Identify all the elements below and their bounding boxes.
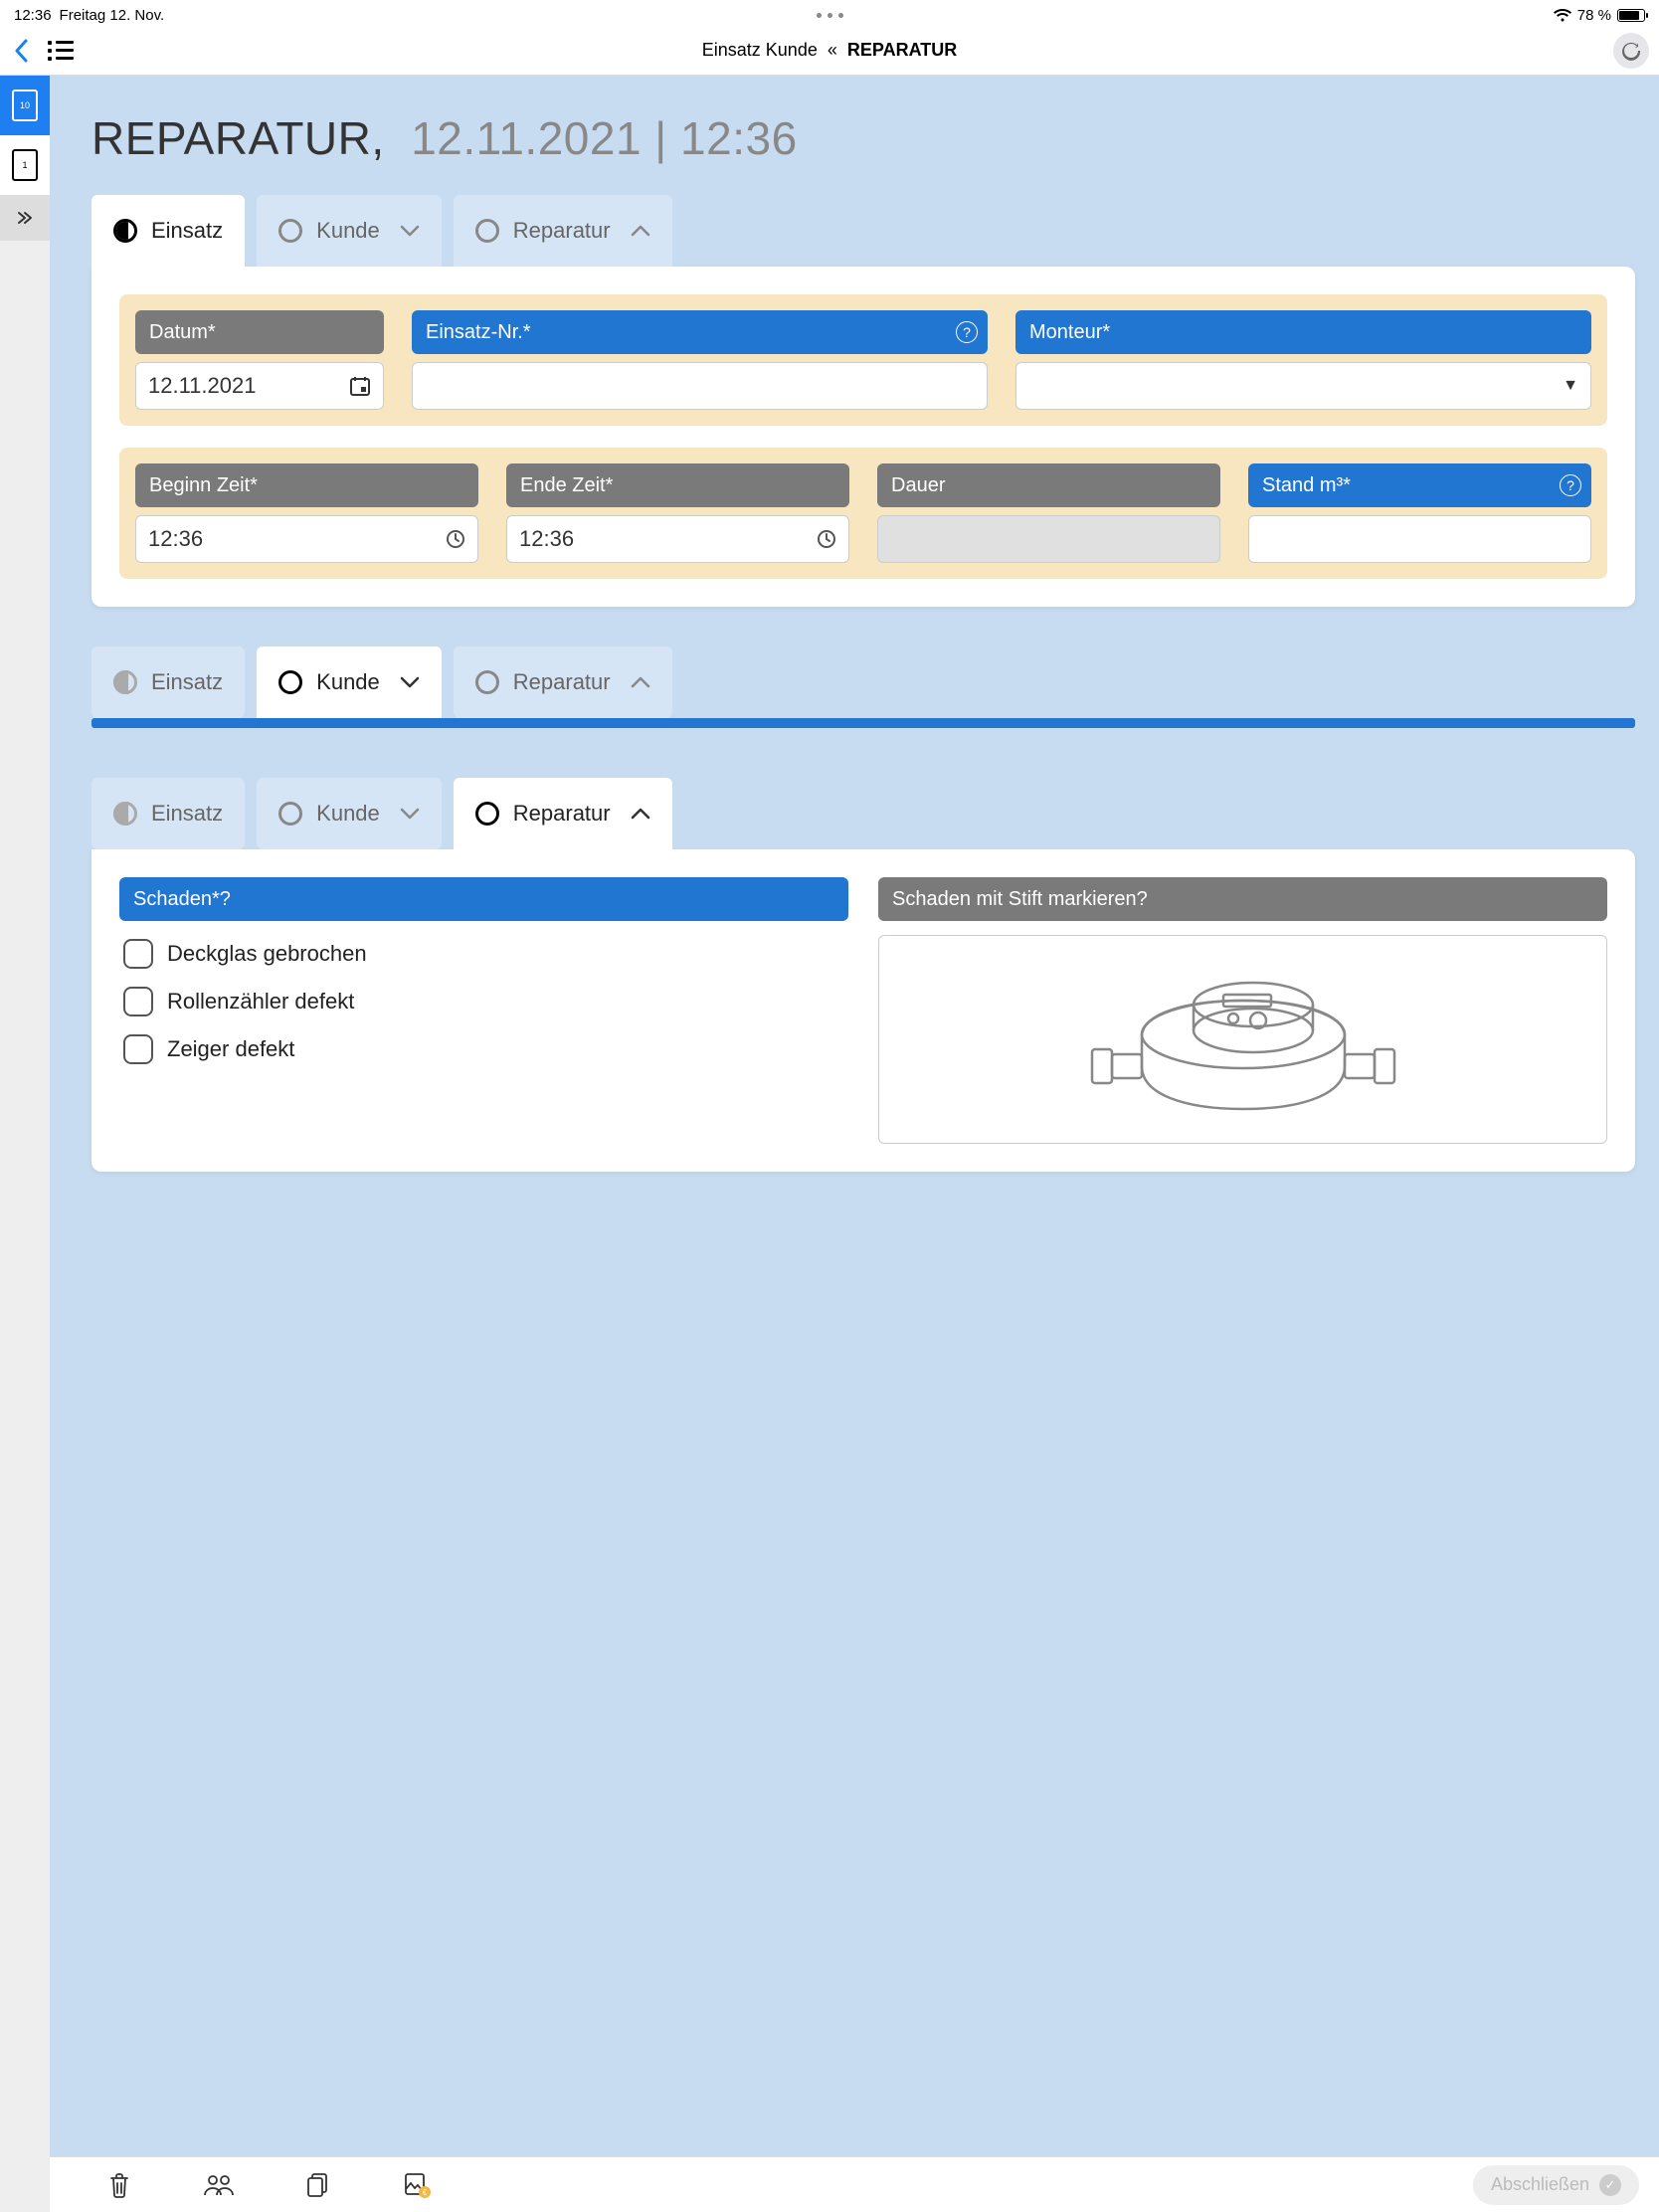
checkbox-icon [123, 1034, 153, 1064]
circle-icon [278, 219, 302, 243]
tab-kunde[interactable]: Kunde [257, 195, 442, 267]
half-circle-icon [113, 670, 137, 694]
trash-button[interactable] [70, 2172, 169, 2198]
input-value: 12.11.2021 [148, 373, 256, 399]
card-einsatz: Datum* 12.11.2021 Einsatz-Nr.*? [92, 267, 1635, 607]
tab-label: Reparatur [513, 801, 611, 827]
card-reparatur: Schaden*? Deckglas gebrochen Rollenzähle… [92, 849, 1635, 1172]
tab-label: Einsatz [151, 801, 223, 827]
input-value: 12:36 [519, 526, 574, 552]
tab-strip-reparatur: Einsatz Kunde Reparatur [50, 778, 1659, 849]
input-ende[interactable]: 12:36 [506, 515, 849, 563]
nav-bar: Einsatz Kunde « REPARATUR [0, 26, 1659, 76]
tab-label: Reparatur [513, 218, 611, 244]
sidebar-doc-current[interactable]: 10 [0, 76, 50, 135]
tab-einsatz[interactable]: Einsatz [92, 646, 245, 718]
input-value: 12:36 [148, 526, 203, 552]
help-icon[interactable]: ? [1560, 474, 1581, 496]
label-mark: Schaden mit Stift markieren? [878, 877, 1607, 921]
tab-kunde[interactable]: Kunde [257, 646, 442, 718]
circle-icon [278, 670, 302, 694]
check-zeiger[interactable]: Zeiger defekt [123, 1034, 848, 1064]
sidebar-doc-other[interactable]: 1 [0, 135, 50, 195]
people-button[interactable] [169, 2174, 269, 2196]
tab-label: Einsatz [151, 669, 223, 695]
image-coin-button[interactable]: € [368, 2172, 467, 2198]
circle-icon [475, 802, 499, 826]
tab-label: Kunde [316, 218, 380, 244]
check-label: Deckglas gebrochen [167, 941, 367, 967]
calendar-icon [349, 375, 371, 397]
help-icon[interactable]: ? [1137, 888, 1148, 911]
input-beginn[interactable]: 12:36 [135, 515, 478, 563]
circle-icon [475, 219, 499, 243]
chevron-down-icon [400, 225, 420, 237]
chevron-up-icon [631, 808, 650, 820]
clock-icon [817, 529, 836, 549]
finish-button[interactable]: Abschließen [1473, 2165, 1639, 2205]
label-datum: Datum* [135, 310, 384, 354]
dropdown-icon: ▼ [1563, 377, 1578, 395]
circle-icon [278, 802, 302, 826]
half-circle-icon [113, 219, 137, 243]
side-rail: 10 1 [0, 76, 50, 2212]
section-divider [92, 718, 1635, 728]
tab-einsatz[interactable]: Einsatz [92, 195, 245, 267]
tab-label: Einsatz [151, 218, 223, 244]
multitask-dots [0, 13, 1659, 18]
label-monteur: Monteur* [1015, 310, 1591, 354]
input-datum[interactable]: 12.11.2021 [135, 362, 384, 410]
tab-einsatz[interactable]: Einsatz [92, 778, 245, 849]
tab-reparatur[interactable]: Reparatur [454, 646, 672, 718]
help-icon[interactable]: ? [220, 888, 231, 911]
checkbox-icon [123, 939, 153, 969]
label-einsatz-nr: Einsatz-Nr.*? [412, 310, 988, 354]
clock-icon [446, 529, 465, 549]
tab-strip-einsatz: Einsatz Kunde Reparatur [50, 195, 1659, 267]
input-dauer [877, 515, 1220, 563]
help-icon[interactable]: ? [956, 321, 978, 343]
status-bar: 12:36 Freitag 12. Nov. 78 % [0, 0, 1659, 26]
check-circle-icon [1599, 2174, 1621, 2196]
input-stand[interactable] [1248, 515, 1591, 563]
chevron-down-icon [400, 676, 420, 688]
input-einsatz-nr[interactable] [412, 362, 988, 410]
tab-reparatur[interactable]: Reparatur [454, 195, 672, 267]
tab-strip-kunde: Einsatz Kunde Reparatur [50, 646, 1659, 718]
document-icon: 1 [12, 149, 38, 181]
check-rollenzaehler[interactable]: Rollenzähler defekt [123, 987, 848, 1016]
select-monteur[interactable]: ▼ [1015, 362, 1591, 410]
meter-drawing-canvas[interactable] [878, 935, 1607, 1144]
label-stand: Stand m³*? [1248, 463, 1591, 507]
half-circle-icon [113, 802, 137, 826]
svg-text:€: € [423, 2188, 428, 2197]
chevron-up-icon [631, 225, 650, 237]
label-beginn: Beginn Zeit* [135, 463, 478, 507]
nav-title: Einsatz Kunde « REPARATUR [0, 40, 1659, 61]
checkbox-icon [123, 987, 153, 1016]
check-label: Rollenzähler defekt [167, 989, 354, 1014]
battery-icon [1617, 9, 1645, 22]
document-icon: 10 [12, 90, 38, 121]
chevron-up-icon [631, 676, 650, 688]
copy-button[interactable] [269, 2172, 368, 2198]
label-schaden: Schaden*? [119, 877, 848, 921]
tab-label: Kunde [316, 669, 380, 695]
sidebar-expand[interactable] [0, 195, 50, 241]
check-label: Zeiger defekt [167, 1036, 294, 1062]
finish-label: Abschließen [1491, 2174, 1589, 2195]
circle-icon [475, 670, 499, 694]
label-ende: Ende Zeit* [506, 463, 849, 507]
tab-label: Kunde [316, 801, 380, 827]
tab-reparatur[interactable]: Reparatur [454, 778, 672, 849]
page-title: REPARATUR, 12.11.2021 | 12:36 [50, 76, 1659, 195]
check-deckglas[interactable]: Deckglas gebrochen [123, 939, 848, 969]
chevron-down-icon [400, 808, 420, 820]
label-dauer: Dauer [877, 463, 1220, 507]
tab-label: Reparatur [513, 669, 611, 695]
tab-kunde[interactable]: Kunde [257, 778, 442, 849]
bottom-toolbar: € Abschließen [50, 2156, 1659, 2212]
